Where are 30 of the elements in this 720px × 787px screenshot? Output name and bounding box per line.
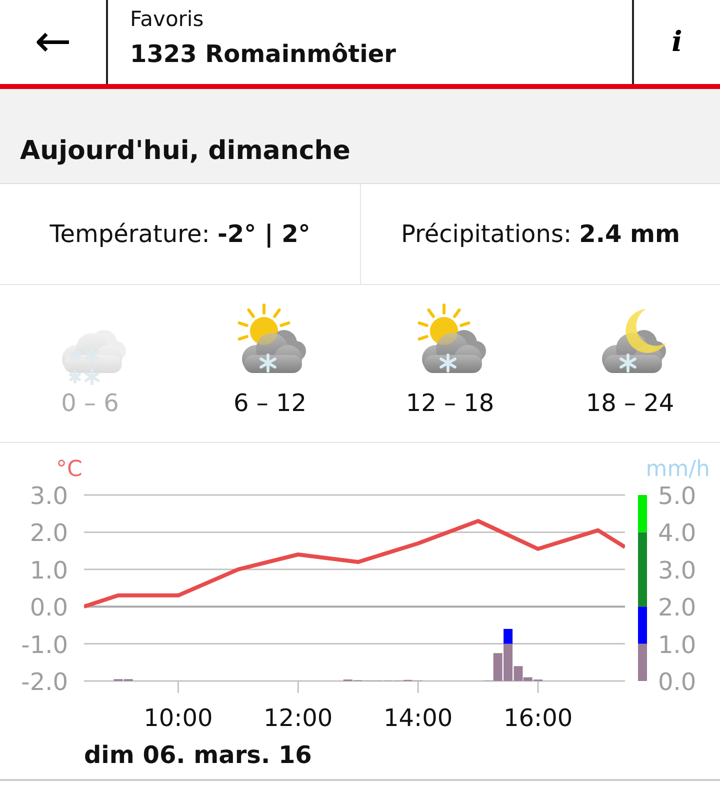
axis-tick-label: 4.0 (658, 519, 696, 548)
axis-tick-label: 1.0 (658, 630, 696, 659)
axis-tick-label: 12:00 (264, 704, 333, 732)
axis-tick-label: 14:00 (384, 704, 453, 732)
period-label: 12 – 18 (406, 388, 494, 419)
axis-tick-label: 0.0 (30, 594, 68, 622)
stat-text: Précipitations: 2.4 mm (400, 219, 680, 250)
header-subtitle: Favoris (130, 6, 205, 33)
period-label: 18 – 24 (586, 388, 674, 419)
axis-unit: °C (56, 457, 82, 482)
stat-text: Température: -2° | 2° (50, 219, 310, 250)
axis-tick-label: 3.0 (30, 482, 68, 510)
axis-tick-label: -1.0 (21, 630, 68, 659)
period-label: 0 – 6 (61, 388, 119, 419)
axis-unit: mm/h (646, 457, 710, 482)
axis-tick-label: 3.0 (658, 556, 696, 584)
chart-date: dim 06. mars. 16 (84, 741, 312, 769)
axis-tick-label: 10:00 (144, 704, 213, 732)
period-label: 6 – 12 (233, 388, 307, 419)
axis-tick-label: 1.0 (30, 556, 68, 584)
axis-tick-label: 2.0 (30, 519, 68, 548)
location-title: 1323 Romainmôtier (130, 38, 397, 70)
axis-tick-label: 5.0 (658, 482, 696, 510)
axis-tick-label: 0.0 (658, 668, 696, 696)
axis-tick-label: 16:00 (503, 704, 573, 732)
axis-tick-label: 2.0 (658, 594, 696, 622)
day-title: Aujourd'hui, dimanche (20, 136, 350, 166)
axis-tick-label: -2.0 (21, 668, 68, 696)
info-button[interactable]: i (632, 0, 720, 84)
back-button[interactable]: ← (0, 0, 106, 84)
